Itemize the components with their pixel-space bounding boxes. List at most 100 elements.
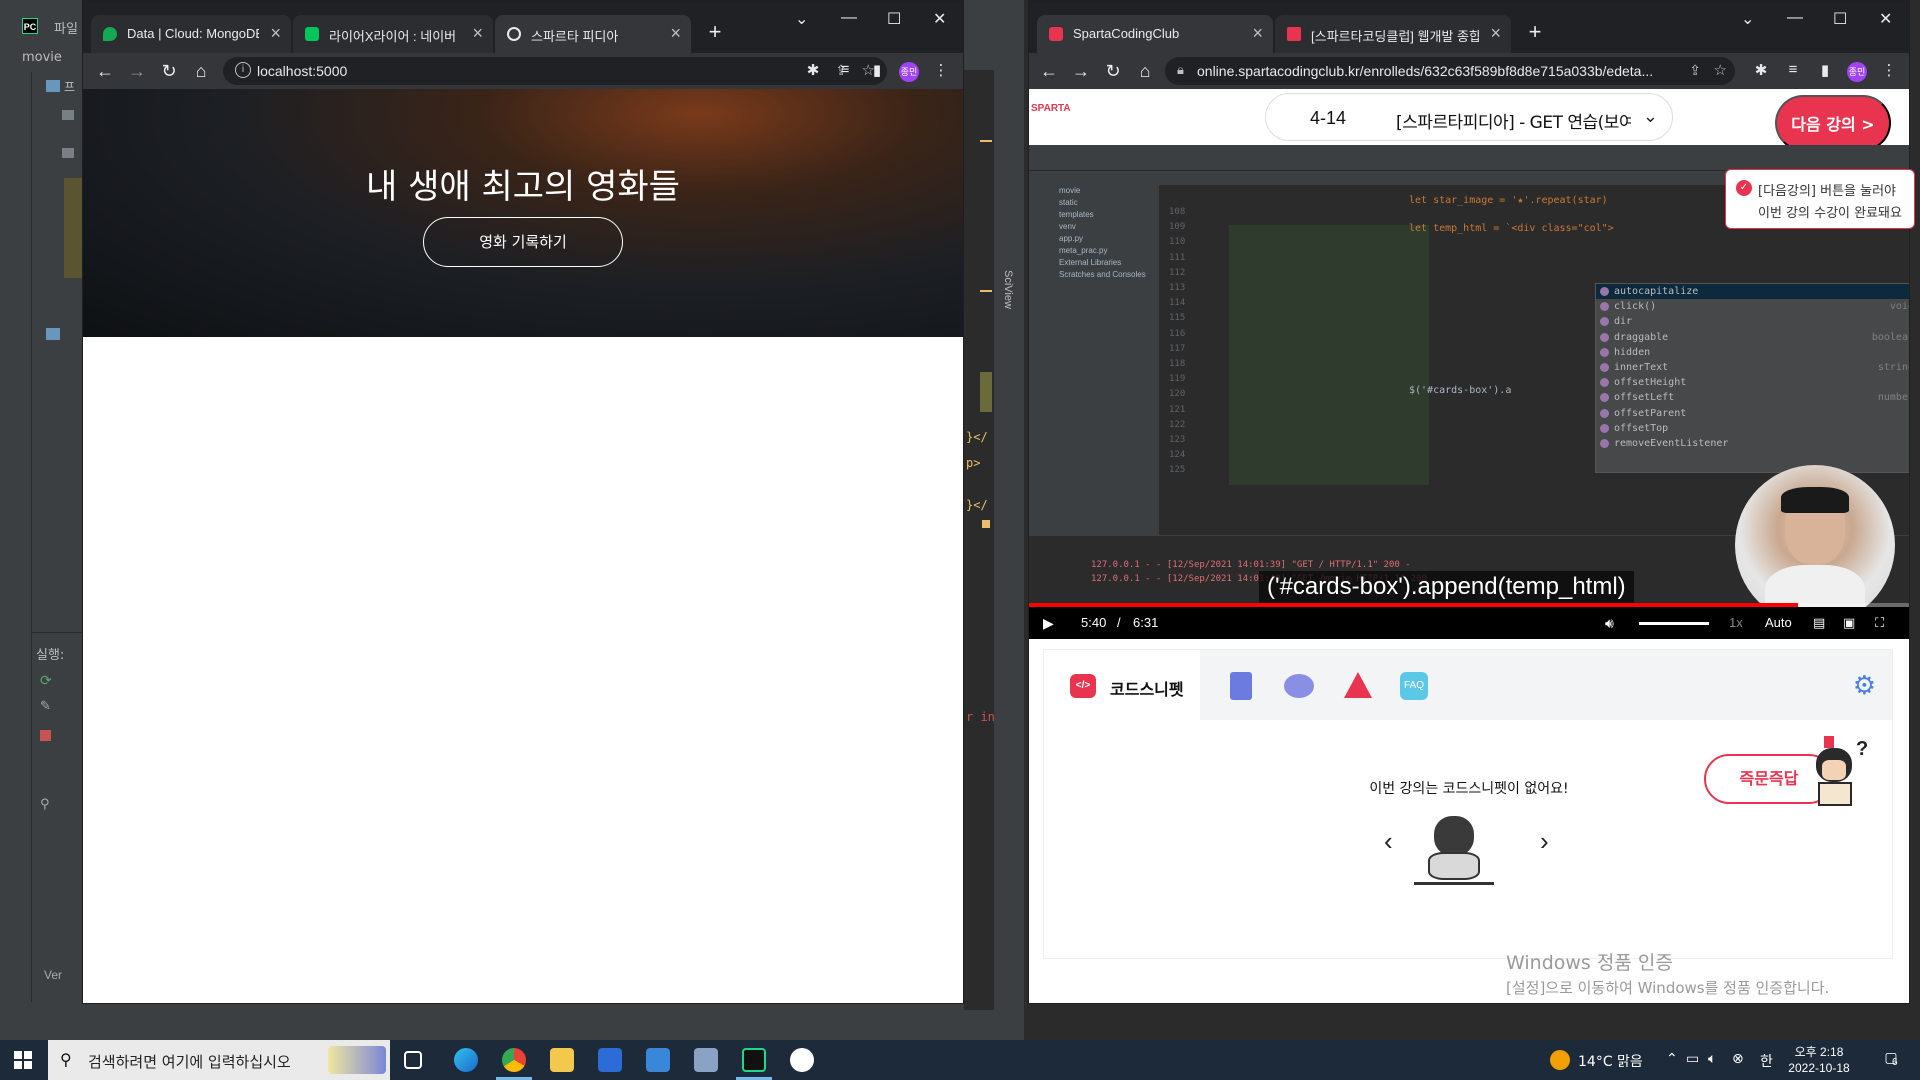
- autocomplete-item[interactable]: hidden: [1596, 345, 1909, 360]
- home-icon[interactable]: ⌂: [189, 59, 213, 83]
- autocomplete-item[interactable]: offsetParent: [1596, 406, 1909, 421]
- close-icon[interactable]: ×: [270, 23, 281, 44]
- side-panel-icon[interactable]: ▮: [1815, 61, 1835, 79]
- autocomplete-item[interactable]: draggable boolean: [1596, 330, 1909, 345]
- file-explorer-icon[interactable]: [550, 1048, 574, 1072]
- forward-icon[interactable]: →: [125, 59, 149, 83]
- game-app-icon[interactable]: [790, 1048, 814, 1072]
- speaker-icon[interactable]: 🔈︎: [1708, 1051, 1716, 1067]
- menu-dots-icon[interactable]: ⋮: [1879, 61, 1899, 79]
- autocomplete-item[interactable]: dir: [1596, 314, 1909, 329]
- profile-avatar[interactable]: 종민: [1847, 62, 1867, 82]
- ide-menu-file[interactable]: 파일: [54, 18, 78, 37]
- bookmark-star-icon[interactable]: ☆: [1714, 61, 1727, 79]
- maximize-icon[interactable]: ☐: [887, 9, 901, 29]
- lock-icon[interactable]: 🔒︎: [1177, 62, 1184, 78]
- next-lecture-button[interactable]: 다음 강의 >: [1775, 95, 1891, 151]
- taskbar-clock[interactable]: 오후 2:18 2022-10-18: [1782, 1044, 1856, 1076]
- profile-avatar[interactable]: 종민: [899, 62, 919, 82]
- volume-icon[interactable]: 🔊︎: [1605, 615, 1614, 632]
- new-tab-icon[interactable]: +: [703, 21, 727, 45]
- notification-icon[interactable]: ▢ 6: [1880, 1049, 1902, 1071]
- quality-setting[interactable]: Auto: [1765, 615, 1792, 630]
- tab-mongodb[interactable]: Data | Cloud: MongoDB ×: [91, 15, 291, 53]
- reload-icon[interactable]: ↻: [1101, 59, 1125, 83]
- settings-gear-icon[interactable]: ⚙: [1853, 670, 1876, 701]
- autocomplete-item[interactable]: offsetHeight: [1596, 375, 1909, 390]
- weather-text[interactable]: 14°C 맑음: [1578, 1051, 1643, 1071]
- forward-icon[interactable]: →: [1069, 59, 1093, 83]
- edge-icon[interactable]: [454, 1048, 478, 1072]
- network-icon[interactable]: ▭: [1686, 1051, 1699, 1067]
- tab-sparta-coding[interactable]: SpartaCodingClub ×: [1037, 15, 1273, 53]
- home-icon[interactable]: ⌂: [1133, 59, 1157, 83]
- close-icon[interactable]: ×: [1490, 23, 1501, 44]
- autocomplete-item[interactable]: autocapitalize: [1596, 284, 1909, 300]
- chevron-left-icon[interactable]: ‹: [1384, 826, 1393, 857]
- back-icon[interactable]: ←: [93, 59, 117, 83]
- tab-naver[interactable]: 라이어X라이어 : 네이버 ×: [293, 15, 493, 53]
- tab-code-snippet[interactable]: </> 코드스니펫: [1044, 650, 1200, 720]
- ide-project-label[interactable]: 프: [64, 78, 75, 95]
- store-icon[interactable]: [598, 1048, 622, 1072]
- autocomplete-item[interactable]: offsetTop: [1596, 421, 1909, 436]
- tab-search-icon[interactable]: ⌄: [795, 9, 808, 29]
- reading-list-icon[interactable]: ≡: [835, 61, 855, 78]
- wrench-icon[interactable]: ✎: [40, 698, 51, 714]
- extensions-icon[interactable]: ✱: [803, 61, 823, 79]
- close-icon[interactable]: ×: [1252, 23, 1263, 44]
- autocomplete-item[interactable]: innerText string: [1596, 360, 1909, 375]
- pip-icon[interactable]: ▣: [1843, 615, 1855, 631]
- subtitles-icon[interactable]: ▤: [1813, 615, 1825, 631]
- ime-indicator[interactable]: 한: [1760, 1051, 1773, 1071]
- record-movie-button[interactable]: 영화 기록하기: [423, 217, 623, 267]
- side-panel-icon[interactable]: ▮: [867, 61, 887, 79]
- sciview-label[interactable]: SciView: [1002, 270, 1014, 309]
- tab-search-icon[interactable]: ⌄: [1741, 9, 1754, 29]
- site-info-icon[interactable]: i: [235, 62, 251, 78]
- stop-icon[interactable]: [40, 730, 51, 741]
- new-tab-icon[interactable]: +: [1523, 21, 1547, 45]
- ide-version-label[interactable]: Ver: [44, 968, 62, 982]
- autocomplete-item[interactable]: removeEventListener: [1596, 436, 1909, 451]
- chat-bubble-icon[interactable]: [1284, 674, 1314, 698]
- minimize-icon[interactable]: —: [841, 9, 857, 27]
- playback-speed[interactable]: 1x: [1729, 615, 1743, 630]
- show-hidden-icons[interactable]: ⌃: [1666, 1051, 1678, 1067]
- pin-icon[interactable]: ⚲: [40, 796, 50, 812]
- warning-icon[interactable]: [1344, 672, 1372, 698]
- close-icon[interactable]: ×: [670, 23, 681, 44]
- close-window-icon[interactable]: ✕: [1879, 9, 1892, 29]
- back-icon[interactable]: ←: [1037, 59, 1061, 83]
- lecture-selector[interactable]: 4-14 [스파르타피디아] - GET 연습(보여 ⌄: [1265, 93, 1673, 141]
- taskbar-search-box[interactable]: ⚲ 검색하려면 여기에 입력하십시오: [48, 1040, 390, 1080]
- address-bar[interactable]: 🔒︎ online.spartacodingclub.kr/enrolleds/…: [1165, 57, 1735, 85]
- weather-sun-icon[interactable]: [1550, 1050, 1570, 1070]
- ide-breadcrumb-root[interactable]: movie: [22, 50, 62, 65]
- pycharm-icon[interactable]: [742, 1048, 766, 1072]
- maximize-icon[interactable]: ☐: [1833, 9, 1847, 29]
- close-icon[interactable]: ×: [472, 23, 483, 44]
- sparta-logo[interactable]: SPARTA: [1031, 103, 1071, 114]
- extensions-icon[interactable]: ✱: [1751, 61, 1771, 79]
- mail-icon[interactable]: [646, 1048, 670, 1072]
- tab-spartapedia[interactable]: 스파르타 피디아 ×: [495, 15, 691, 53]
- rerun-icon[interactable]: ⟳: [40, 672, 52, 689]
- chrome-icon[interactable]: [502, 1048, 526, 1072]
- autocomplete-item[interactable]: offsetLeft number: [1596, 390, 1909, 405]
- network-app-icon[interactable]: [694, 1048, 718, 1072]
- reading-list-icon[interactable]: ≡: [1783, 61, 1803, 78]
- share-icon[interactable]: ⇪: [1689, 62, 1701, 79]
- play-icon[interactable]: ▶: [1043, 615, 1054, 632]
- notes-icon[interactable]: [1230, 672, 1252, 700]
- tab-sparta-course[interactable]: [스파르타코딩클럽] 웹개발 종합 ×: [1275, 15, 1511, 53]
- fullscreen-icon[interactable]: ⛶: [1875, 615, 1884, 631]
- menu-dots-icon[interactable]: ⋮: [931, 61, 951, 79]
- close-window-icon[interactable]: ✕: [933, 9, 946, 29]
- address-bar[interactable]: i localhost:5000 ⇪ ☆: [223, 57, 887, 85]
- faq-icon[interactable]: FAQ: [1400, 672, 1428, 700]
- reload-icon[interactable]: ↻: [157, 59, 181, 83]
- volume-slider[interactable]: [1639, 622, 1709, 625]
- minimize-icon[interactable]: —: [1787, 9, 1803, 27]
- autocomplete-item[interactable]: click() void: [1596, 299, 1909, 314]
